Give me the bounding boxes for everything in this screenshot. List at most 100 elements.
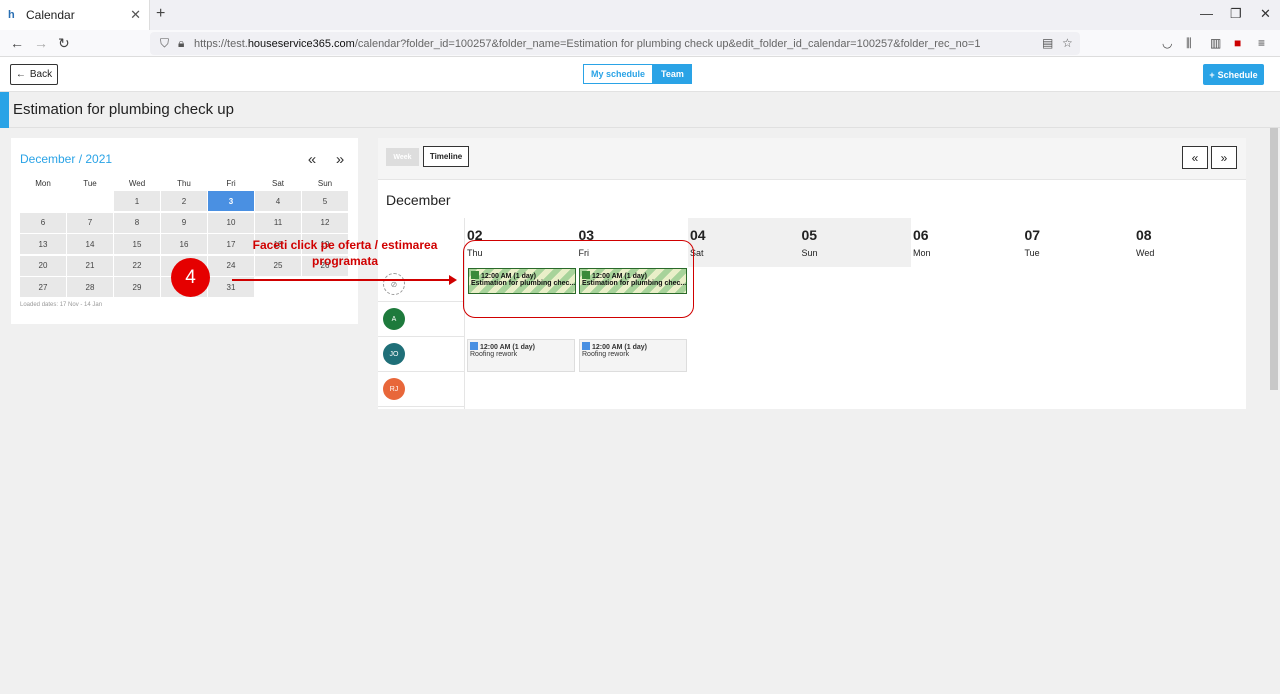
resource-avatar[interactable]: A — [383, 308, 405, 330]
mini-calendar-day[interactable]: 13 — [20, 234, 66, 254]
day-header[interactable]: 07 Tue — [1022, 218, 1135, 267]
library-icon[interactable]: ⫼ — [1186, 36, 1192, 51]
back-button[interactable]: ← Back — [10, 64, 58, 85]
mini-calendar-day[interactable]: 14 — [67, 234, 113, 254]
job-event[interactable]: 12:00 AM (1 day) Roofing rework — [579, 339, 687, 372]
bookmark-star-icon[interactable]: ☆ — [1062, 36, 1073, 50]
mini-calendar-prev-button[interactable]: « — [302, 151, 322, 171]
extension-icon[interactable]: ■ — [1234, 36, 1241, 50]
day-header[interactable]: 08 Wed — [1134, 218, 1246, 267]
url-bar[interactable]: ⛉ 🔒︎ https://test. houseservice365.com/ca… — [150, 32, 1080, 55]
url-host: houseservice365.com — [247, 37, 355, 50]
mini-calendar-day[interactable]: 28 — [67, 277, 113, 297]
mini-calendar-day[interactable]: 21 — [67, 255, 113, 276]
mini-calendar-day[interactable]: 8 — [114, 212, 160, 233]
mini-calendar-day[interactable]: 7 — [67, 212, 113, 233]
menu-icon[interactable]: ≡ — [1258, 36, 1265, 50]
day-name: Mon — [913, 248, 931, 258]
resource-row-divider — [378, 406, 465, 407]
mini-calendar-weekday: Sun — [317, 179, 333, 188]
mini-calendar-day[interactable]: 1 — [114, 191, 160, 211]
mini-calendar-weekday: Thu — [177, 179, 191, 188]
back-button-label: Back — [29, 69, 53, 80]
scrollbar-thumb[interactable] — [1270, 128, 1278, 390]
day-name: Wed — [1136, 248, 1155, 258]
annotation-step-badge: 4 — [171, 258, 210, 297]
url-prefix: https://test. — [194, 37, 248, 50]
add-schedule-button[interactable]: + Schedule — [1203, 64, 1264, 85]
resource-avatar[interactable]: RJ — [383, 378, 405, 400]
annotation-text: Faceti click pe oferta / estimarea progr… — [252, 238, 438, 268]
mini-calendar-next-button[interactable]: » — [330, 151, 350, 171]
plus-icon: + — [1209, 69, 1215, 80]
lock-icon[interactable]: 🔒︎ — [178, 36, 184, 51]
mini-calendar-day[interactable]: 27 — [20, 277, 66, 297]
mini-calendar-weekday: Sat — [271, 179, 284, 188]
shield-icon[interactable]: ⛉ — [160, 36, 169, 51]
week-view-button[interactable]: Week — [386, 148, 419, 166]
mini-calendar-day[interactable]: 11 — [255, 212, 301, 233]
annotation-arrow-line — [232, 279, 450, 281]
window-close-icon[interactable]: ✕ — [1260, 6, 1271, 22]
mini-calendar-day[interactable]: 29 — [114, 277, 160, 297]
loaded-dates-label: Loaded dates: 17 Nov - 14 Jan — [20, 302, 103, 308]
restore-icon[interactable]: ❐ — [1230, 6, 1242, 22]
mini-calendar-day[interactable]: 6 — [20, 212, 66, 233]
mini-calendar-day[interactable]: 2 — [161, 191, 207, 211]
site-favicon-icon: h — [8, 9, 15, 21]
mini-calendar-day[interactable]: 22 — [114, 255, 160, 276]
day-header[interactable]: 05 Sun — [799, 218, 912, 267]
title-accent-bar — [0, 92, 9, 128]
reload-icon[interactable]: ↻ — [58, 35, 70, 52]
browser-tab[interactable]: h Calendar ✕ — [0, 0, 150, 30]
scheduler-month-name: December — [386, 192, 451, 208]
mini-calendar-empty-cell — [67, 191, 113, 211]
url-path: /calendar?folder_id=100257&folder_name=E… — [354, 37, 981, 50]
mini-calendar-day[interactable]: 10 — [208, 212, 254, 233]
schedule-view-toggle: My schedule Team — [583, 64, 692, 84]
day-number: 05 — [801, 227, 818, 243]
page-scrollbar[interactable] — [1268, 128, 1280, 694]
mini-calendar-month: December / 2021 — [20, 152, 113, 166]
mini-calendar-day[interactable]: 4 — [255, 191, 301, 211]
my-schedule-button[interactable]: My schedule — [583, 64, 654, 84]
team-button[interactable]: Team — [653, 64, 692, 84]
event-time: 12:00 AM (1 day) — [592, 344, 647, 351]
mini-calendar-empty-cell — [20, 191, 66, 211]
new-tab-button[interactable]: + — [156, 5, 165, 23]
mini-calendar-day[interactable]: 15 — [114, 234, 160, 254]
back-arrow-icon[interactable]: ← — [10, 35, 24, 51]
minimize-icon[interactable]: — — [1200, 6, 1213, 21]
event-type-icon — [582, 342, 590, 350]
timeline-view-button[interactable]: Timeline — [423, 146, 469, 167]
job-event[interactable]: 12:00 AM (1 day) Roofing rework — [467, 339, 575, 372]
annotation-arrow-head — [449, 275, 457, 285]
mini-calendar-day[interactable]: 16 — [161, 234, 207, 254]
mini-calendar-day[interactable]: 9 — [161, 212, 207, 233]
mini-calendar-day[interactable]: 3 — [208, 191, 254, 211]
forward-arrow-icon[interactable]: → — [34, 35, 48, 51]
reader-view-icon[interactable]: ▤ — [1042, 36, 1053, 50]
scheduler-toolbar: Week Timeline « » — [378, 138, 1246, 180]
mini-calendar-day[interactable]: 12 — [302, 212, 348, 233]
pocket-icon[interactable]: ◡ — [1162, 36, 1172, 50]
event-type-icon — [470, 342, 478, 350]
day-header[interactable]: 06 Mon — [911, 218, 1023, 267]
mini-calendar-day[interactable]: 5 — [302, 191, 348, 211]
scheduler-next-button[interactable]: » — [1211, 146, 1237, 169]
mini-calendar-weekday: Wed — [128, 179, 146, 188]
day-number: 07 — [1024, 227, 1041, 243]
tab-close-icon[interactable]: ✕ — [130, 7, 141, 23]
scheduler-prev-button[interactable]: « — [1182, 146, 1208, 169]
event-title: Roofing rework — [470, 351, 518, 358]
unassigned-avatar-icon[interactable]: ⊘ — [383, 273, 405, 295]
mini-calendar-weekday: Fri — [226, 179, 236, 188]
resource-avatar[interactable]: JO — [383, 343, 405, 365]
browser-tabbar: h Calendar ✕ + — ❐ ✕ — [0, 0, 1280, 30]
sidebar-icon[interactable]: ▥ — [1210, 36, 1221, 50]
resource-row-divider — [378, 301, 465, 302]
mini-calendar-day[interactable]: 20 — [20, 255, 66, 276]
day-header[interactable]: 04 Sat — [688, 218, 800, 267]
day-number: 08 — [1136, 227, 1152, 243]
day-number: 06 — [913, 227, 929, 243]
